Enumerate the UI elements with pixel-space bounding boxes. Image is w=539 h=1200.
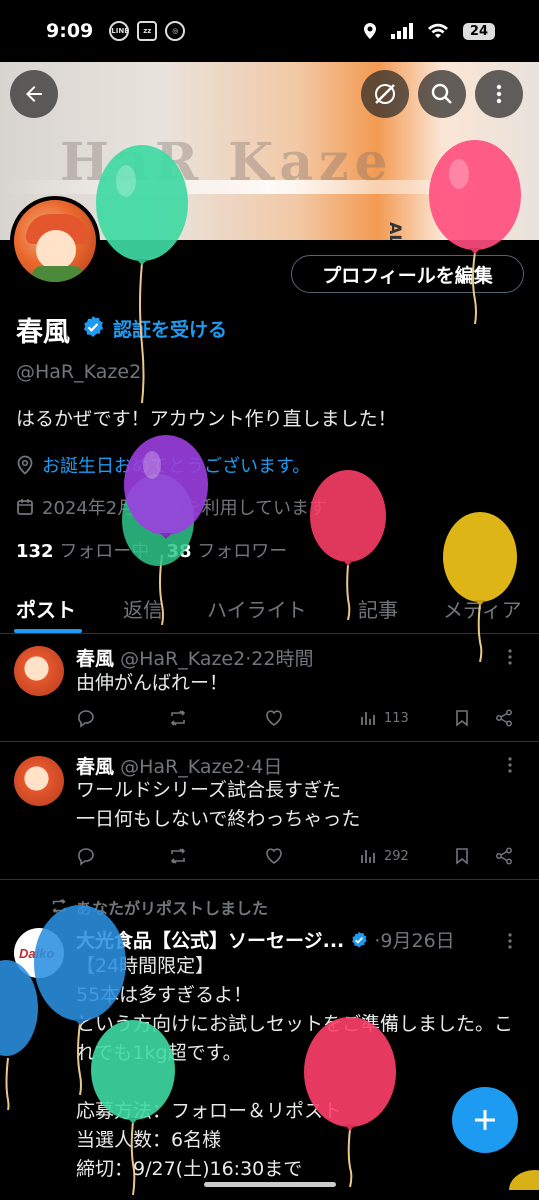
post-avatar[interactable] [14,646,64,696]
status-time: 9:09 [46,20,94,42]
more-options-button[interactable] [475,70,523,118]
followers-link[interactable]: 38 フォロワー [166,541,287,562]
bookmark-icon [456,710,468,727]
location-pin-icon [17,455,33,475]
post-avatar[interactable] [14,756,64,806]
repost-button[interactable] [168,846,188,866]
like-button[interactable] [264,708,284,728]
follow-stats: 132 フォロー中 38 フォロワー [16,537,287,563]
views-button[interactable]: 113 [358,708,409,728]
post-header: 春風 @HaR_Kaze2·4日 [76,756,283,778]
profile-name: 春風 [16,317,70,348]
joined-row: 2024年2月からXを利用しています [16,494,327,520]
post-time: 22時間 [251,648,314,670]
tab-media[interactable]: メディア [443,594,522,623]
grok-icon [375,84,395,104]
reposted-post[interactable]: 大光食品【公式】ソーセージ... ·9月26日 【24時間限定】 55本は多すぎ… [0,922,539,1182]
post-handle: @HaR_Kaze2 [120,756,246,778]
plus-icon [475,1110,495,1130]
bookmark-button[interactable] [452,846,472,866]
post-time: 4日 [251,756,283,778]
search-icon [431,83,452,104]
post-actions: 113 [76,708,521,732]
bookmark-icon [456,848,468,865]
heart-icon [266,710,282,726]
following-link[interactable]: 132 フォロー中 [16,541,149,562]
reply-icon [78,710,94,728]
like-button[interactable] [264,846,284,866]
back-button[interactable] [10,70,58,118]
wifi-icon [427,23,448,38]
repost-indicator-icon [52,899,66,913]
search-button[interactable] [418,70,466,118]
post-handle: @HaR_Kaze2 [120,648,246,670]
location-icon [363,23,376,39]
share-button[interactable] [494,846,514,866]
calendar-icon [17,499,33,515]
post-time: 9月26日 [380,930,455,952]
post-author-name: 春風 [76,756,115,778]
post-more-icon[interactable] [501,932,519,950]
line-icon: LINE [109,21,130,41]
home-indicator [204,1182,336,1187]
share-icon [496,847,512,865]
joined-text: 2024年2月からXを利用しています [42,498,328,519]
heart-icon [266,848,282,864]
repost-icon [170,710,186,726]
post-text: 由伸がんばれー！ [76,672,229,694]
reply-icon [78,848,94,866]
reply-button[interactable] [76,846,96,866]
birthday-text[interactable]: お誕生日おめでとうございます。 [42,452,310,478]
zzz-icon: zz [137,21,158,41]
edit-profile-button[interactable]: プロフィールを編集 [291,255,524,293]
bookmark-button[interactable] [452,708,472,728]
verified-badge-icon [352,931,367,948]
post-author-name: 春風 [76,648,115,670]
active-tab-indicator [14,629,82,633]
profile-avatar[interactable] [10,196,100,286]
balloon-decoration [509,1170,539,1190]
profile-handle: @HaR_Kaze2 [16,361,142,383]
post-text: 【24時間限定】 55本は多すぎるよ！ という方向けにお試しセットをご準備しまし… [76,955,514,1180]
status-bar: 9:09 LINE zz ◎ 24 [0,0,539,62]
views-button[interactable]: 292 [358,846,409,866]
share-button[interactable] [494,708,514,728]
signal-icon [390,23,413,39]
compose-post-button[interactable] [452,1087,518,1153]
battery-indicator: 24 [462,22,495,40]
post-more-icon[interactable] [501,756,519,774]
tab-posts[interactable]: ポスト [16,594,76,623]
post-item[interactable]: 春風 @HaR_Kaze2·22時間 由伸がんばれー！ 113 [0,634,539,742]
repost-label: あなたがリポストしました [76,899,269,918]
tab-highlights[interactable]: ハイライト [207,594,307,623]
repost-icon [170,848,186,864]
banner-side-text: ALL Kill [386,222,405,240]
views-chart-icon [361,850,375,863]
profile-tabs: ポスト 返信 ハイライト 記事 メディア [0,588,539,634]
views-chart-icon [361,712,375,725]
views-count: 113 [384,710,409,726]
more-vertical-icon [496,84,502,104]
post-more-icon[interactable] [501,648,519,666]
views-count: 292 [384,848,409,864]
get-verified-link[interactable]: 認証を受ける [113,315,227,342]
tab-replies[interactable]: 返信 [123,594,163,623]
profile-bio: はるかぜです！アカウント作り直しました！ [16,408,397,430]
birthday-row: お誕生日おめでとうございます。 [16,452,310,478]
post-header: 春風 @HaR_Kaze2·22時間 [76,648,314,670]
tab-articles[interactable]: 記事 [358,594,398,623]
post-item[interactable]: 春風 @HaR_Kaze2·4日 ワールドシリーズ試合長すぎた 一日何もしないで… [0,742,539,880]
post-text: ワールドシリーズ試合長すぎた 一日何もしないで終わっちゃった [76,779,361,830]
grok-button[interactable] [361,70,409,118]
target-icon: ◎ [165,21,186,41]
post-author-name: 大光食品【公式】ソーセージ... [76,930,345,952]
repost-button[interactable] [168,708,188,728]
back-arrow-icon [26,86,42,102]
post-header: 大光食品【公式】ソーセージ... ·9月26日 [76,930,455,952]
reply-button[interactable] [76,708,96,728]
verified-badge-icon[interactable] [81,315,105,339]
post-actions: 292 [76,846,521,870]
share-icon [496,709,512,727]
